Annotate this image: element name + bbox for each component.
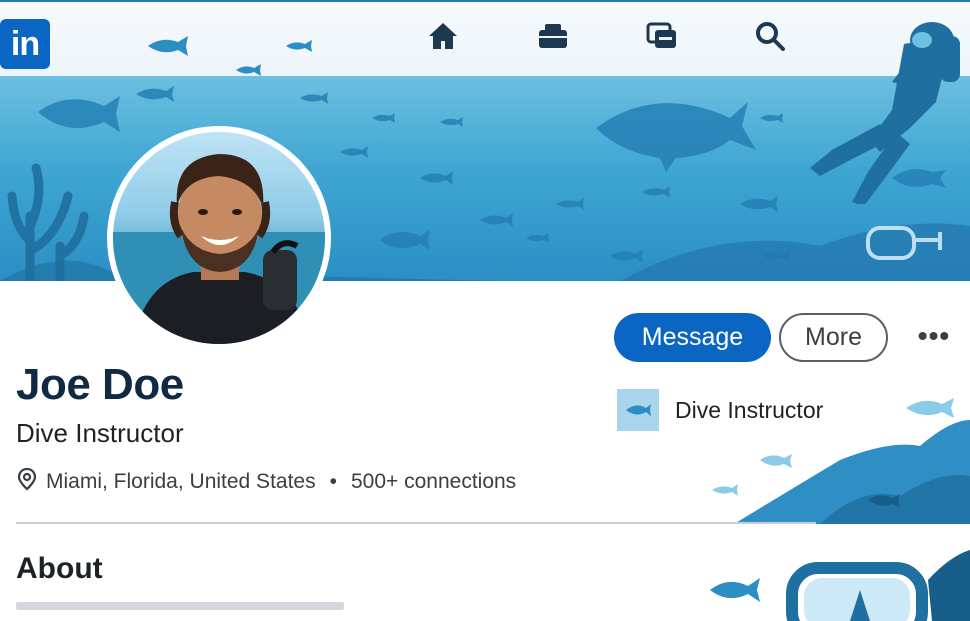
briefcase-icon[interactable] bbox=[535, 18, 571, 54]
profile-location: Miami, Florida, United States bbox=[46, 470, 316, 493]
diver-illustration bbox=[800, 14, 970, 206]
more-button[interactable]: More bbox=[779, 313, 888, 362]
overflow-menu-icon[interactable]: ••• bbox=[912, 318, 956, 354]
messaging-icon[interactable] bbox=[644, 18, 680, 54]
meta-separator: • bbox=[329, 470, 337, 493]
profile-name: Joe Doe bbox=[16, 360, 184, 409]
connections-count[interactable]: 500+ connections bbox=[351, 470, 516, 494]
home-icon[interactable] bbox=[425, 18, 461, 54]
profile-meta: Miami, Florida, United States • 500+ con… bbox=[16, 467, 516, 497]
profile-headline: Dive Instructor bbox=[16, 418, 184, 448]
about-heading: About bbox=[16, 552, 103, 585]
nav-fish-decor bbox=[148, 36, 312, 76]
profile-avatar[interactable] bbox=[107, 126, 331, 350]
location-pin-icon bbox=[16, 467, 38, 497]
underwater-decor bbox=[700, 380, 970, 621]
message-button[interactable]: Message bbox=[614, 313, 771, 362]
search-icon[interactable] bbox=[752, 18, 788, 54]
avatar-photo bbox=[113, 132, 325, 344]
section-divider bbox=[16, 522, 816, 524]
company-logo-fish-icon bbox=[617, 389, 659, 431]
about-text-placeholder bbox=[16, 602, 344, 610]
